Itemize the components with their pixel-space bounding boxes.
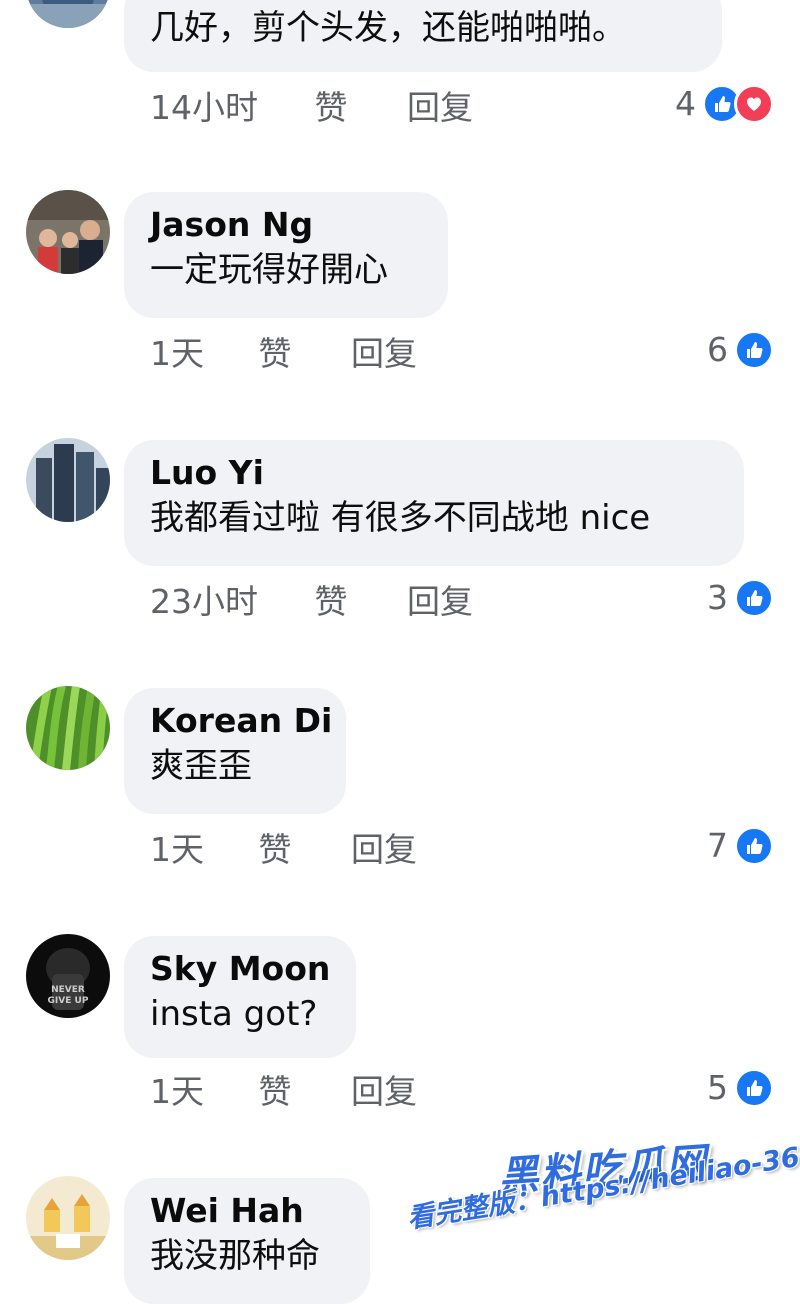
comment-text: insta got? xyxy=(150,994,318,1034)
watermark: 黑料吃瓜网 看完整版：https://heiliao-36.com xyxy=(400,1125,800,1295)
reply-button[interactable]: 回复 xyxy=(351,332,417,376)
comment-bubble[interactable]: Sky Moon insta got? xyxy=(124,936,356,1058)
reaction-count: 4 xyxy=(675,84,696,123)
like-button[interactable]: 赞 xyxy=(259,332,341,376)
comment-time[interactable]: 1天 xyxy=(150,828,248,872)
comment-author[interactable]: Wei Hah xyxy=(150,1190,344,1232)
reaction-summary[interactable]: 3 xyxy=(707,576,774,620)
reaction-summary[interactable]: 5 xyxy=(707,1066,774,1110)
reply-button[interactable]: 回复 xyxy=(351,1070,417,1114)
avatar[interactable] xyxy=(26,190,110,274)
reaction-summary[interactable]: 4 xyxy=(675,82,774,126)
comment-bubble[interactable]: Jason Ng 一定玩得好開心 xyxy=(124,192,448,318)
reaction-count: 5 xyxy=(707,1068,728,1107)
comment-bubble[interactable]: Wei Hah 我没那种命 xyxy=(124,1178,370,1304)
like-icon xyxy=(734,330,774,370)
reply-button[interactable]: 回复 xyxy=(407,86,473,130)
love-icon xyxy=(734,84,774,124)
comment-time[interactable]: 23小时 xyxy=(150,580,304,624)
avatar[interactable] xyxy=(26,438,110,522)
comment-author[interactable]: Luo Yi xyxy=(150,452,718,494)
comment-time[interactable]: 14小时 xyxy=(150,86,304,130)
comment-time[interactable]: 1天 xyxy=(150,1070,248,1114)
reaction-summary[interactable]: 7 xyxy=(707,824,774,868)
avatar[interactable] xyxy=(26,0,110,28)
comment-bubble[interactable]: Luo Yi 我都看过啦 有很多不同战地 nice xyxy=(124,440,744,566)
like-button[interactable]: 赞 xyxy=(315,580,397,624)
like-button[interactable]: 赞 xyxy=(259,1070,341,1114)
like-button[interactable]: 赞 xyxy=(315,86,397,130)
comment-author[interactable]: Sky Moon xyxy=(150,948,330,990)
comment-text: 一定玩得好開心 xyxy=(150,250,388,290)
avatar[interactable] xyxy=(26,686,110,770)
svg-text:NEVER: NEVER xyxy=(51,985,85,995)
avatar[interactable] xyxy=(26,1176,110,1260)
like-icon xyxy=(734,1068,774,1108)
reply-button[interactable]: 回复 xyxy=(351,828,417,872)
comment-text: 我都看过啦 有很多不同战地 nice xyxy=(150,498,651,538)
like-icon xyxy=(734,578,774,618)
comment-author[interactable]: Korean Di xyxy=(150,700,332,742)
watermark-url: 看完整版：https://heiliao-36.com xyxy=(405,1130,800,1235)
comment-author[interactable]: Jason Ng xyxy=(150,204,422,246)
watermark-title: 黑料吃瓜网 xyxy=(496,1139,710,1201)
reaction-count: 3 xyxy=(707,578,728,617)
avatar[interactable]: NEVER GIVE UP xyxy=(26,934,110,1018)
comment-time[interactable]: 1天 xyxy=(150,332,248,376)
comment-text: 爽歪歪 xyxy=(150,746,252,786)
comment-text: 我没那种命 xyxy=(150,1236,320,1276)
reply-button[interactable]: 回复 xyxy=(407,580,473,624)
reaction-summary[interactable]: 6 xyxy=(707,328,774,372)
svg-text:GIVE UP: GIVE UP xyxy=(48,996,89,1006)
comment-actions: 1天 赞 回复 xyxy=(150,332,417,376)
comment-actions: 1天 赞 回复 xyxy=(150,1070,417,1114)
like-button[interactable]: 赞 xyxy=(259,828,341,872)
like-icon xyxy=(734,826,774,866)
comment-actions: 14小时 赞 回复 xyxy=(150,86,473,130)
comment-bubble[interactable]: 几好，剪个头发，还能啪啪啪。 xyxy=(124,0,722,72)
reaction-count: 6 xyxy=(707,330,728,369)
comment-actions: 23小时 赞 回复 xyxy=(150,580,473,624)
comment-bubble[interactable]: Korean Di 爽歪歪 xyxy=(124,688,346,814)
comment-text: 几好，剪个头发，还能啪啪啪。 xyxy=(150,8,626,48)
reaction-count: 7 xyxy=(707,826,728,865)
comment-actions: 1天 赞 回复 xyxy=(150,828,417,872)
